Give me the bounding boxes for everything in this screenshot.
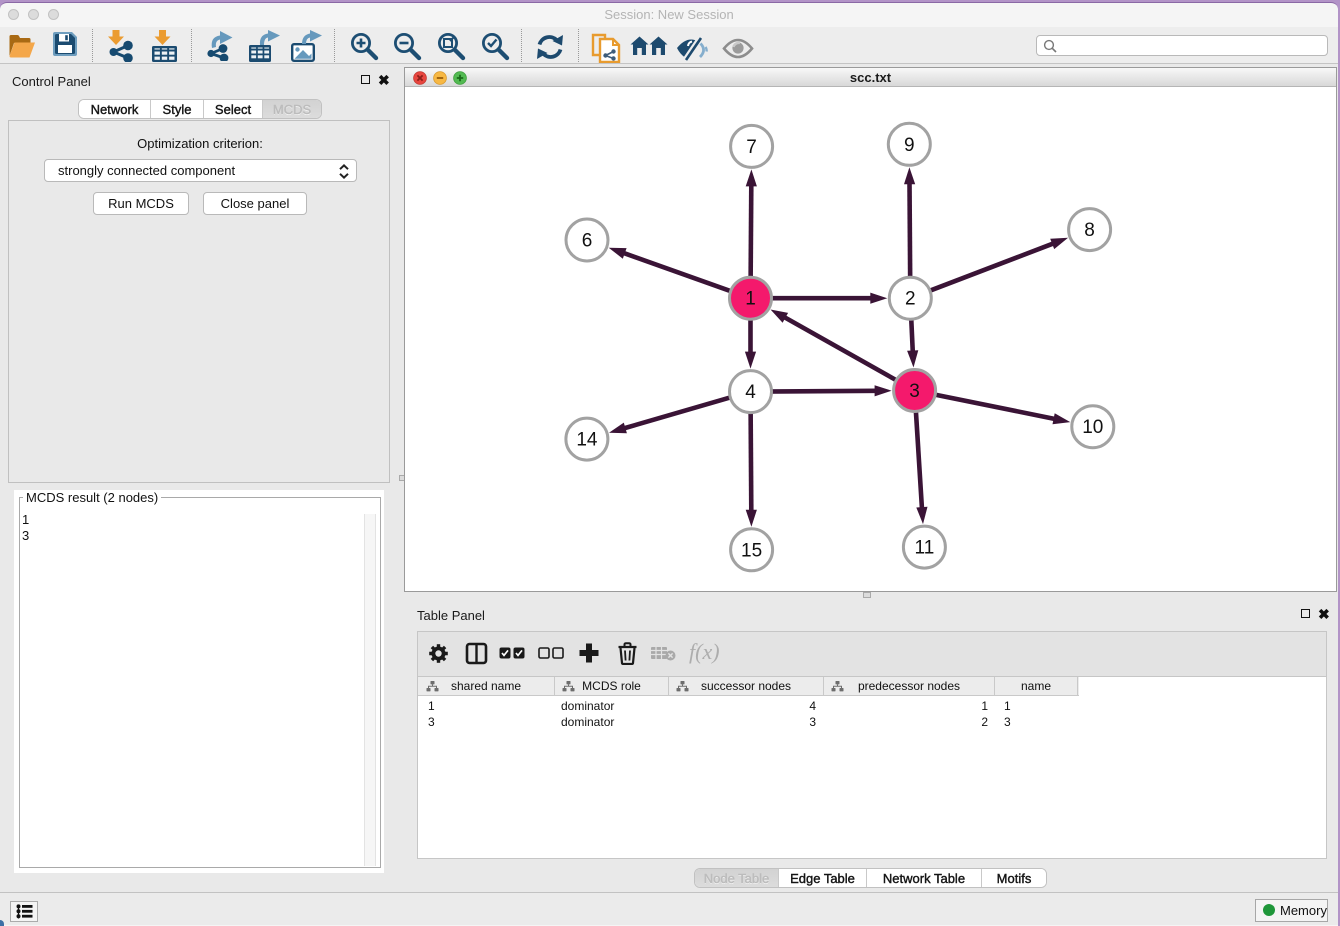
svg-text:3: 3 [909,381,920,402]
svg-text:4: 4 [745,382,756,403]
svg-text:11: 11 [915,538,935,559]
svg-text:10: 10 [1082,417,1103,438]
svg-text:14: 14 [576,430,598,451]
svg-text:8: 8 [1084,220,1095,241]
svg-text:15: 15 [741,540,762,561]
svg-text:6: 6 [582,231,593,252]
svg-text:2: 2 [905,289,916,310]
svg-text:7: 7 [746,137,757,158]
svg-text:9: 9 [904,135,915,156]
svg-text:1: 1 [745,289,756,310]
